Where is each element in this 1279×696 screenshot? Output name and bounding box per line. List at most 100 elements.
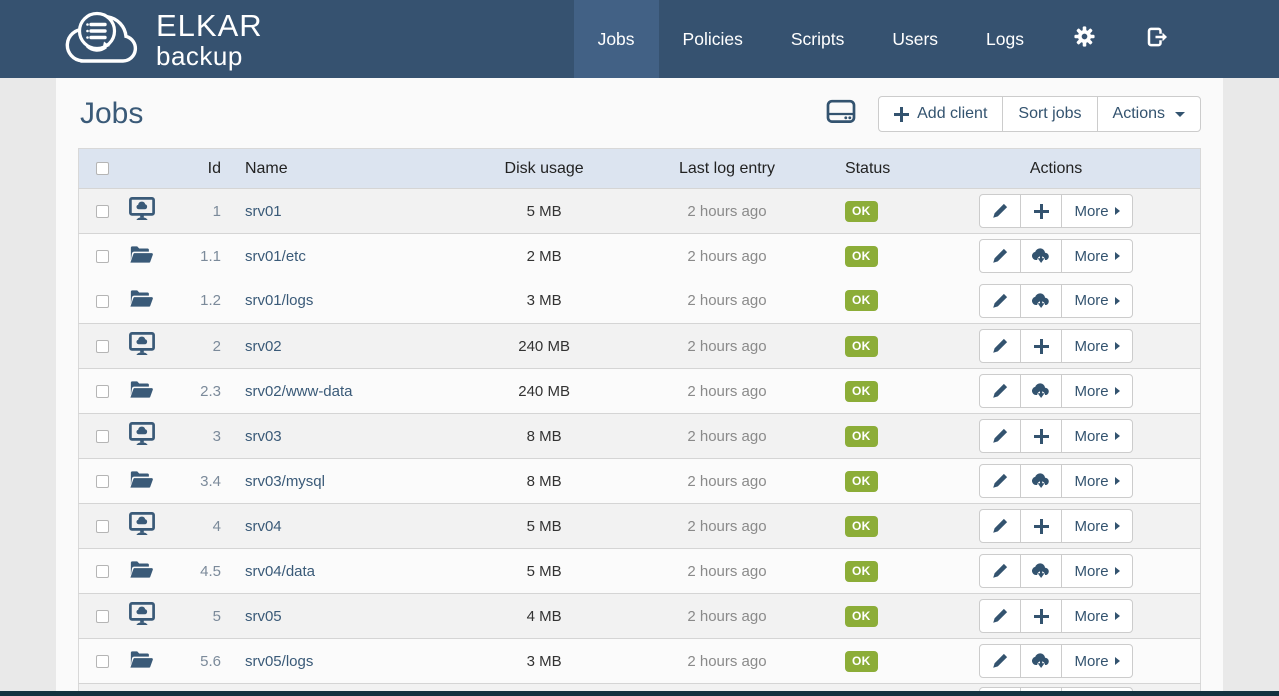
- edit-button[interactable]: [979, 329, 1021, 363]
- job-name-link[interactable]: srv02/www-data: [245, 383, 353, 400]
- row-checkbox[interactable]: [96, 655, 109, 668]
- gear-icon: [1074, 26, 1095, 52]
- row-checkbox[interactable]: [96, 475, 109, 488]
- edit-button[interactable]: [979, 419, 1021, 453]
- edit-button[interactable]: [979, 509, 1021, 543]
- nav-item-policies[interactable]: Policies: [659, 0, 767, 78]
- caret-right-icon: [1115, 252, 1120, 260]
- header-status: Status: [837, 149, 912, 189]
- add-job-button[interactable]: [1020, 419, 1062, 453]
- client-computer-icon: [129, 613, 155, 630]
- job-name-link[interactable]: srv01/logs: [245, 292, 313, 309]
- row-checkbox[interactable]: [96, 565, 109, 578]
- row-checkbox[interactable]: [96, 205, 109, 218]
- header-disk-usage: Disk usage: [471, 149, 617, 189]
- row-checkbox[interactable]: [96, 520, 109, 533]
- last-log-entry: 2 hours ago: [617, 189, 837, 234]
- last-log-entry: 2 hours ago: [617, 639, 837, 684]
- edit-button[interactable]: [979, 239, 1021, 273]
- restore-button[interactable]: [1020, 239, 1062, 273]
- restore-button[interactable]: [1020, 554, 1062, 588]
- table-row: 1.2srv01/logs3 MB2 hours agoOKMore: [79, 279, 1201, 324]
- more-button[interactable]: More: [1061, 284, 1133, 318]
- pencil-icon: [992, 248, 1008, 264]
- row-checkbox[interactable]: [96, 610, 109, 623]
- add-client-button[interactable]: Add client: [878, 96, 1003, 132]
- edit-button[interactable]: [979, 374, 1021, 408]
- more-button[interactable]: More: [1061, 419, 1133, 453]
- add-job-button[interactable]: [1020, 509, 1062, 543]
- job-name-link[interactable]: srv04/data: [245, 563, 315, 580]
- settings-nav-button[interactable]: [1048, 0, 1121, 78]
- cloud-restore-icon: [1031, 382, 1051, 400]
- toolbar: Add client Sort jobs Actions: [826, 96, 1201, 132]
- edit-button[interactable]: [979, 284, 1021, 318]
- client-computer-icon: [129, 208, 155, 225]
- more-button[interactable]: More: [1061, 509, 1133, 543]
- actions-dropdown-button[interactable]: Actions: [1097, 96, 1201, 132]
- job-name-link[interactable]: srv05/logs: [245, 653, 313, 670]
- add-job-button[interactable]: [1020, 599, 1062, 633]
- row-checkbox[interactable]: [96, 385, 109, 398]
- logout-nav-button[interactable]: [1121, 0, 1195, 78]
- job-name-link[interactable]: srv02: [245, 338, 282, 355]
- more-button[interactable]: More: [1061, 194, 1133, 228]
- add-job-button[interactable]: [1020, 194, 1062, 228]
- nav-item-scripts[interactable]: Scripts: [767, 0, 868, 78]
- table-row: 2.3srv02/www-data240 MB2 hours agoOKMore: [79, 369, 1201, 414]
- nav-item-jobs[interactable]: Jobs: [574, 0, 659, 78]
- row-actions: More: [979, 599, 1133, 633]
- row-checkbox[interactable]: [96, 250, 109, 263]
- job-id: 4.5: [163, 549, 221, 594]
- table-row: 5srv054 MB2 hours agoOKMore: [79, 594, 1201, 639]
- nav-item-logs[interactable]: Logs: [962, 0, 1048, 78]
- restore-button[interactable]: [1020, 374, 1062, 408]
- restore-button[interactable]: [1020, 464, 1062, 498]
- sort-jobs-button[interactable]: Sort jobs: [1002, 96, 1097, 132]
- row-checkbox[interactable]: [96, 430, 109, 443]
- caret-right-icon: [1115, 297, 1120, 305]
- edit-button[interactable]: [979, 599, 1021, 633]
- row-actions: More: [979, 419, 1133, 453]
- last-log-entry: 2 hours ago: [617, 459, 837, 504]
- select-all-checkbox[interactable]: [96, 162, 109, 175]
- row-checkbox[interactable]: [96, 340, 109, 353]
- nav-menu: JobsPoliciesScriptsUsersLogs: [574, 0, 1279, 78]
- pencil-icon: [992, 383, 1008, 399]
- nav-item-users[interactable]: Users: [868, 0, 962, 78]
- caret-right-icon: [1115, 342, 1120, 350]
- disk-usage: 2 MB: [471, 234, 617, 279]
- restore-button[interactable]: [1020, 284, 1062, 318]
- more-button[interactable]: More: [1061, 329, 1133, 363]
- plus-icon: [1034, 429, 1049, 444]
- job-name-link[interactable]: srv01: [245, 203, 282, 220]
- job-name-link[interactable]: srv05: [245, 608, 282, 625]
- more-button[interactable]: More: [1061, 239, 1133, 273]
- row-checkbox[interactable]: [96, 295, 109, 308]
- edit-button[interactable]: [979, 554, 1021, 588]
- page-title: Jobs: [80, 95, 143, 133]
- add-job-button[interactable]: [1020, 329, 1062, 363]
- job-id: 2: [163, 324, 221, 369]
- more-button[interactable]: More: [1061, 599, 1133, 633]
- job-name-link[interactable]: srv01/etc: [245, 248, 306, 265]
- storage-usage-button[interactable]: [826, 98, 856, 130]
- cloud-restore-icon: [1031, 472, 1051, 490]
- more-button[interactable]: More: [1061, 464, 1133, 498]
- plus-icon: [1034, 609, 1049, 624]
- last-log-entry: 2 hours ago: [617, 414, 837, 459]
- job-name-link[interactable]: srv03: [245, 428, 282, 445]
- brand-logo[interactable]: ELKAR backup: [60, 0, 263, 78]
- more-button[interactable]: More: [1061, 644, 1133, 678]
- job-name-link[interactable]: srv03/mysql: [245, 473, 325, 490]
- edit-button[interactable]: [979, 464, 1021, 498]
- status-badge: OK: [845, 426, 878, 447]
- table-row: 5.6srv05/logs3 MB2 hours agoOKMore: [79, 639, 1201, 684]
- job-name-link[interactable]: srv04: [245, 518, 282, 535]
- more-button[interactable]: More: [1061, 554, 1133, 588]
- edit-button[interactable]: [979, 194, 1021, 228]
- edit-button[interactable]: [979, 644, 1021, 678]
- restore-button[interactable]: [1020, 644, 1062, 678]
- more-button[interactable]: More: [1061, 374, 1133, 408]
- job-id: 3: [163, 414, 221, 459]
